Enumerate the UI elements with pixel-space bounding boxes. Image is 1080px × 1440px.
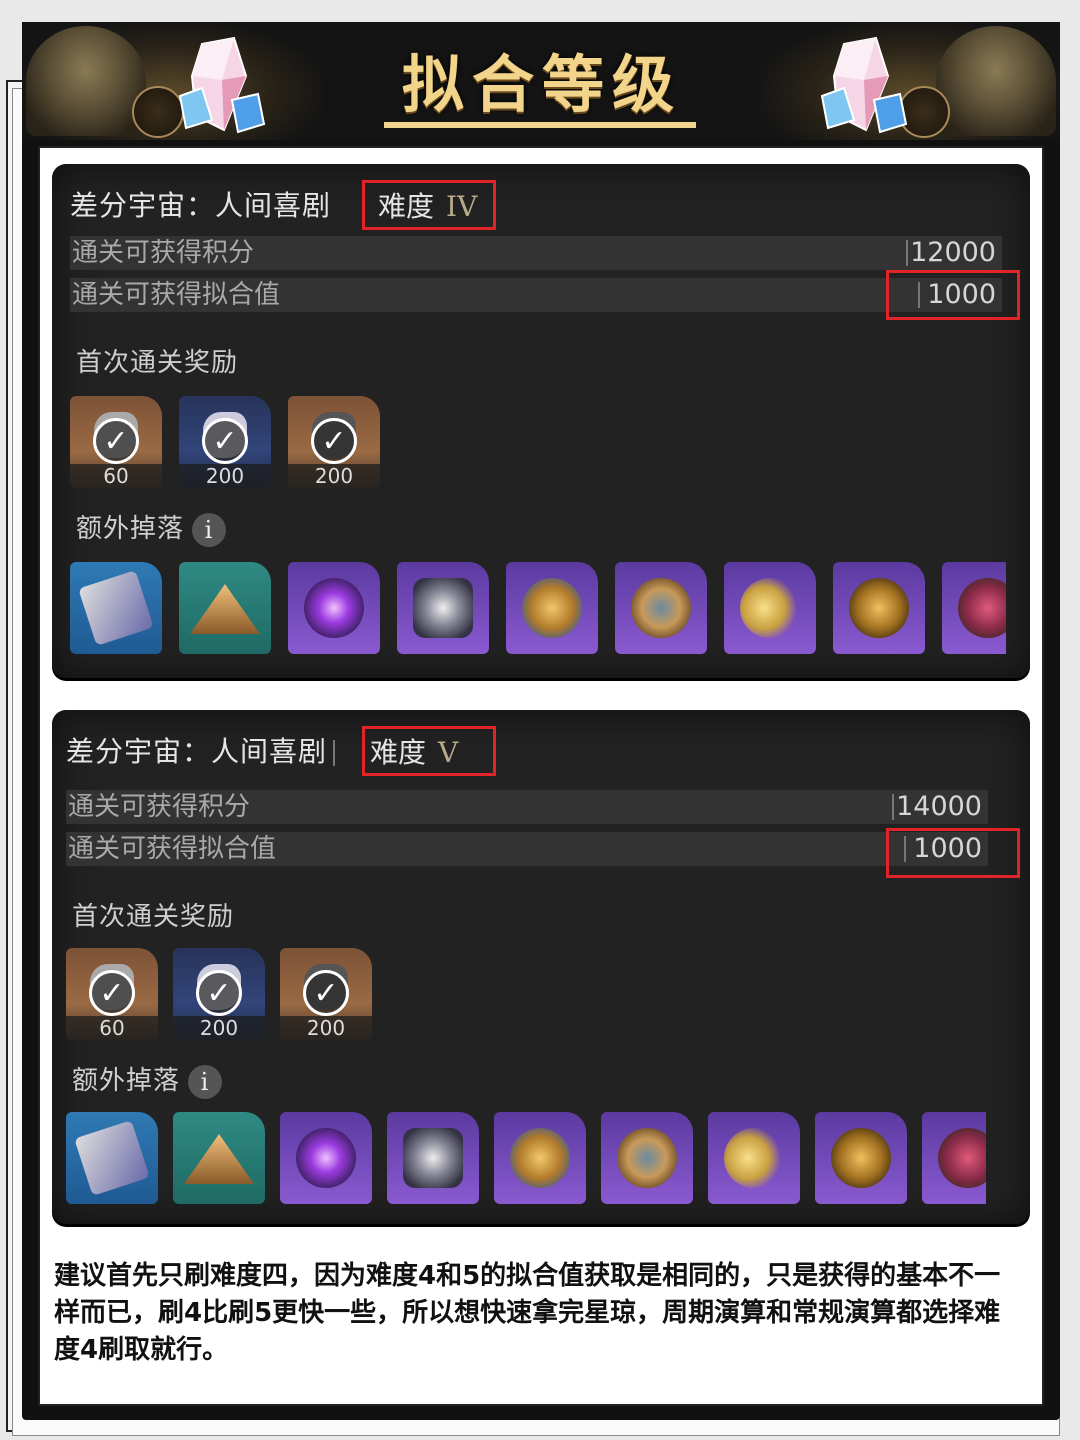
- void-orb-icon: [304, 578, 364, 638]
- fit-label: 通关可获得拟合值: [68, 834, 277, 864]
- mode-label: 差分宇宙：人间喜剧: [66, 735, 328, 768]
- difficulty-label: 难度: [370, 736, 427, 769]
- value-divider: [906, 240, 908, 266]
- claimed-check-icon: ✓: [303, 970, 349, 1016]
- reward-stellar-jade[interactable]: ✓ 60: [70, 396, 162, 488]
- content-sheet: 差分宇宙：人间喜剧 难度 IV 通关可获得积分 12000 通关可获得拟合值 10…: [38, 146, 1044, 1406]
- character-portrait-left: [26, 26, 146, 136]
- card-icon: [78, 570, 154, 646]
- reward-qty: 200: [179, 464, 271, 488]
- star-medal-icon: [510, 1128, 570, 1188]
- golden-moon-icon: [740, 578, 800, 638]
- reward-qty: 200: [173, 1016, 265, 1040]
- score-value: 14000: [896, 791, 982, 822]
- armored-sphere-icon: [631, 578, 691, 638]
- drop-crimson-relic[interactable]: [942, 562, 1006, 654]
- score-label: 通关可获得积分: [68, 792, 251, 822]
- fit-label: 通关可获得拟合值: [72, 280, 281, 310]
- page-title: 拟合等级: [401, 48, 682, 121]
- card-icon: [74, 1120, 150, 1196]
- stellar-jade-crystal-icon: [820, 36, 908, 134]
- star-medal-icon: [522, 578, 582, 638]
- drop-mech-relic[interactable]: [387, 1112, 479, 1204]
- claimed-check-icon: ✓: [311, 418, 357, 464]
- title-banner: 拟合等级: [22, 22, 1060, 140]
- reward-stellar-jade[interactable]: ✓ 60: [66, 948, 158, 1040]
- claimed-check-icon: ✓: [89, 970, 135, 1016]
- drop-golden-moon[interactable]: [724, 562, 816, 654]
- title-underline: [384, 122, 696, 128]
- extra-drop-label: 额外掉落: [72, 1066, 181, 1096]
- fit-value-highlight-box: [886, 270, 1020, 320]
- drop-armored-sphere[interactable]: [615, 562, 707, 654]
- reward-cosmic-fragment[interactable]: ✓ 200: [288, 396, 380, 488]
- value-divider: [892, 794, 894, 820]
- golden-moon-icon: [724, 1128, 784, 1188]
- drop-sand-pile[interactable]: [173, 1112, 265, 1204]
- score-value: 12000: [910, 237, 996, 268]
- drop-crimson-relic[interactable]: [922, 1112, 986, 1204]
- difficulty-roman: IV: [446, 190, 478, 223]
- post-frame: 拟合等级 差分宇宙：人间喜剧 难度 IV 通关可获得积分 12000 通关可获得拟…: [22, 22, 1060, 1420]
- score-row: 通关可获得积分 14000: [66, 790, 988, 824]
- sand-pile-icon: [190, 584, 260, 634]
- difficulty-panel-iv: 差分宇宙：人间喜剧 难度 IV 通关可获得积分 12000 通关可获得拟合值 10…: [52, 164, 1030, 678]
- stellar-jade-crystal-icon: [178, 36, 266, 134]
- mode-title: 差分宇宙：人间喜剧: [66, 730, 341, 770]
- extra-drop-heading: 额外掉落 i: [72, 1060, 223, 1099]
- first-clear-label: 首次通关奖励: [76, 348, 239, 378]
- difficulty-roman: V: [438, 736, 459, 769]
- golden-globe-icon: [849, 578, 909, 638]
- reward-star-rail-pass[interactable]: ✓ 200: [173, 948, 265, 1040]
- fit-value-highlight-box: [886, 828, 1020, 878]
- claimed-check-icon: ✓: [202, 418, 248, 464]
- drop-star-medal[interactable]: [506, 562, 598, 654]
- reward-qty: 60: [70, 464, 162, 488]
- drop-void-orb[interactable]: [288, 562, 380, 654]
- character-portrait-right: [936, 26, 1056, 136]
- claimed-check-icon: ✓: [93, 418, 139, 464]
- extra-drop-heading: 额外掉落 i: [76, 508, 227, 547]
- claimed-check-icon: ✓: [196, 970, 242, 1016]
- drop-card[interactable]: [66, 1112, 158, 1204]
- reward-cosmic-fragment[interactable]: ✓ 200: [280, 948, 372, 1040]
- drop-void-orb[interactable]: [280, 1112, 372, 1204]
- void-orb-icon: [296, 1128, 356, 1188]
- reward-qty: 200: [288, 464, 380, 488]
- sand-pile-icon: [184, 1134, 254, 1184]
- mode-label: 差分宇宙：人间喜剧: [70, 189, 332, 222]
- crimson-relic-icon: [958, 578, 1006, 638]
- first-clear-label: 首次通关奖励: [72, 902, 235, 932]
- difficulty-label: 难度: [378, 190, 435, 223]
- drop-golden-globe[interactable]: [815, 1112, 907, 1204]
- crimson-relic-icon: [938, 1128, 986, 1188]
- reward-star-rail-pass[interactable]: ✓ 200: [179, 396, 271, 488]
- difficulty-panel-v: 差分宇宙：人间喜剧 难度 V 通关可获得积分 14000 通关可获得拟合值 100…: [52, 710, 1030, 1224]
- drop-armored-sphere[interactable]: [601, 1112, 693, 1204]
- drop-card[interactable]: [70, 562, 162, 654]
- drop-star-medal[interactable]: [494, 1112, 586, 1204]
- mode-title: 差分宇宙：人间喜剧: [70, 184, 331, 224]
- mech-relic-icon: [413, 578, 473, 638]
- difficulty-text: 难度 IV: [378, 185, 477, 225]
- score-row: 通关可获得积分 12000: [70, 236, 1002, 270]
- fit-row: 通关可获得拟合值 1000: [66, 832, 988, 866]
- info-icon[interactable]: i: [192, 512, 227, 547]
- mech-relic-icon: [403, 1128, 463, 1188]
- difficulty-text: 难度 V: [370, 731, 458, 771]
- extra-drop-label: 额外掉落: [76, 514, 185, 544]
- advice-note: 建议首先只刷难度四，因为难度4和5的拟合值获取是相同的，只是获得的基本不一样而已…: [54, 1261, 1001, 1365]
- armored-sphere-icon: [617, 1128, 677, 1188]
- golden-globe-icon: [831, 1128, 891, 1188]
- drop-mech-relic[interactable]: [397, 562, 489, 654]
- drop-golden-globe[interactable]: [833, 562, 925, 654]
- reward-qty: 60: [66, 1016, 158, 1040]
- reward-qty: 200: [280, 1016, 372, 1040]
- drop-sand-pile[interactable]: [179, 562, 271, 654]
- fit-row: 通关可获得拟合值 1000: [70, 278, 1002, 312]
- info-icon[interactable]: i: [188, 1064, 223, 1099]
- drop-golden-moon[interactable]: [708, 1112, 800, 1204]
- score-label: 通关可获得积分: [72, 238, 255, 268]
- title-separator: [333, 740, 336, 766]
